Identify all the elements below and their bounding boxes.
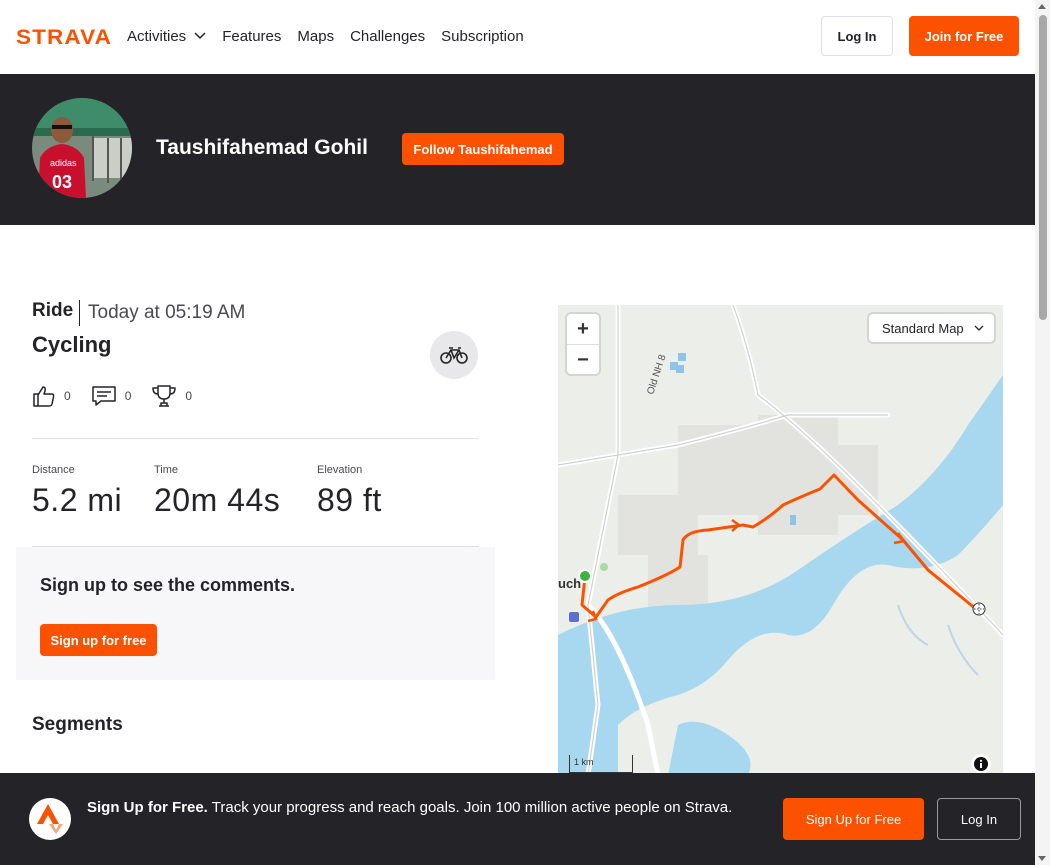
achievements-button[interactable]: 0 xyxy=(151,384,192,408)
achievements-count: 0 xyxy=(185,389,193,403)
nav-maps[interactable]: Maps xyxy=(297,28,334,45)
nav-activities-label: Activities xyxy=(127,27,187,45)
info-icon[interactable] xyxy=(971,754,991,774)
place-label: uch xyxy=(558,576,581,591)
segments-heading: Segments xyxy=(32,714,123,735)
nav-features[interactable]: Features xyxy=(222,28,281,45)
strava-wordmark: STRAVA xyxy=(16,26,112,46)
banner-login-button[interactable]: Log In xyxy=(937,798,1021,840)
activity-title: Cycling xyxy=(32,332,112,357)
scroll-thumb[interactable] xyxy=(1039,15,1047,320)
stat-value: 5.2 mi xyxy=(32,482,123,518)
nav-activities[interactable]: Activities xyxy=(127,28,206,45)
zoom-in-button[interactable]: + xyxy=(567,314,599,344)
stat-time: Time 20m 44s xyxy=(154,464,280,519)
nav-challenges[interactable]: Challenges xyxy=(350,28,425,45)
scroll-up-arrow[interactable] xyxy=(1038,4,1046,9)
chevron-down-icon xyxy=(194,32,206,40)
stat-label: Distance xyxy=(32,464,75,476)
activity-type: Ride xyxy=(32,300,74,321)
map-style-select[interactable]: Standard Map xyxy=(869,314,994,342)
bike-icon xyxy=(440,347,468,364)
stat-distance: Distance 5.2 mi xyxy=(32,464,122,519)
nav-subscription[interactable]: Subscription xyxy=(441,28,524,45)
stat-label: Elevation xyxy=(317,464,363,476)
route-start-marker xyxy=(578,569,592,583)
comments-count: 0 xyxy=(124,389,132,403)
map-scale: 1 km xyxy=(569,755,633,773)
stat-label: Time xyxy=(154,464,179,476)
strava-logo[interactable]: STRAVA xyxy=(16,26,112,46)
divider xyxy=(32,438,479,439)
scroll-down-arrow[interactable] xyxy=(1038,856,1046,861)
avatar[interactable]: adidas 03 xyxy=(32,98,132,198)
signup-banner: Sign Up for Free. Track your progress an… xyxy=(0,773,1035,865)
sport-badge xyxy=(430,331,478,379)
follow-button[interactable]: Follow Taushifahemad xyxy=(402,133,564,165)
thumbs-up-icon xyxy=(33,386,55,407)
map-canvas[interactable]: Old NH 8 uch xyxy=(558,305,1003,775)
nav-links: Activities Features Maps Challenges Subs… xyxy=(127,0,540,72)
comment-icon xyxy=(91,386,116,406)
comments-signup-button[interactable]: Sign up for free xyxy=(40,624,157,656)
athlete-name[interactable]: Taushifahemad Gohil xyxy=(156,136,368,160)
comments-heading: Sign up to see the comments. xyxy=(40,575,296,595)
social-actions: 0 0 0 xyxy=(32,384,212,408)
signup-banner-text: Sign Up for Free. Track your progress an… xyxy=(87,797,757,819)
page-scrollbar[interactable] xyxy=(1035,0,1050,865)
signup-banner-body: Track your progress and reach goals. Joi… xyxy=(211,799,733,816)
divider xyxy=(79,300,80,326)
comments-button[interactable]: 0 xyxy=(91,384,132,408)
join-button[interactable]: Join for Free xyxy=(909,16,1019,56)
page: STRAVA Activities Features Maps Challeng… xyxy=(0,0,1035,865)
zoom-control: + − xyxy=(567,314,599,374)
route-map[interactable]: Old NH 8 uch + − Standard Map 1 km xyxy=(558,305,1003,775)
comments-signup-box: Sign up to see the comments. Sign up for… xyxy=(16,547,495,680)
svg-text:adidas: adidas xyxy=(50,158,77,168)
strava-app-icon xyxy=(29,798,71,840)
athlete-banner: adidas 03 Taushifahemad Gohil Follow Tau… xyxy=(0,74,1035,225)
stat-value: 20m 44s xyxy=(154,482,281,518)
banner-signup-button[interactable]: Sign Up for Free xyxy=(783,798,924,840)
stat-elevation: Elevation 89 ft xyxy=(317,464,382,519)
trophy-icon xyxy=(152,385,177,407)
map-style-label: Standard Map xyxy=(882,320,964,336)
activity-time: Today at 05:19 AM xyxy=(88,302,246,323)
chevron-down-icon xyxy=(974,325,984,331)
stat-value: 89 ft xyxy=(317,482,382,518)
login-button[interactable]: Log In xyxy=(821,16,893,56)
svg-text:03: 03 xyxy=(52,172,72,192)
zoom-out-button[interactable]: − xyxy=(567,345,599,375)
top-nav: STRAVA Activities Features Maps Challeng… xyxy=(0,0,1035,74)
kudos-button[interactable]: 0 xyxy=(32,384,71,408)
kudos-count: 0 xyxy=(64,389,71,403)
signup-banner-headline: Sign Up for Free. xyxy=(87,799,208,816)
